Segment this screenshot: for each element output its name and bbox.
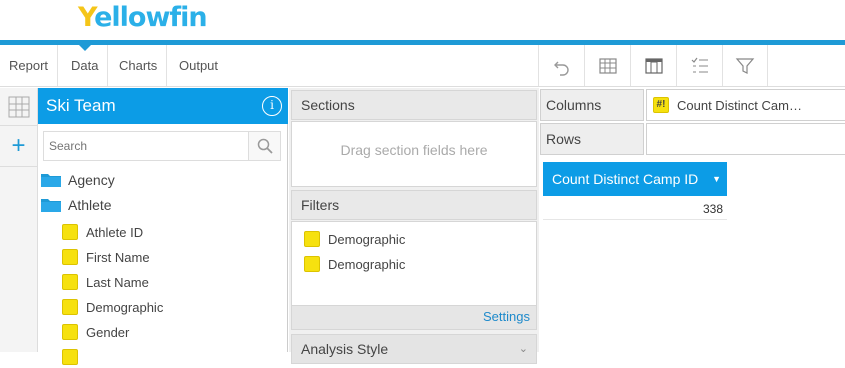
filter-item[interactable]: Demographic: [304, 228, 405, 250]
table-button[interactable]: [584, 45, 630, 86]
field-gender[interactable]: Gender: [62, 321, 129, 343]
table-column-header[interactable]: Count Distinct Camp ID ▼: [543, 162, 727, 196]
columns-drop-zone[interactable]: #! Count Distinct Cam…: [646, 89, 845, 121]
folder-label: Agency: [68, 172, 115, 188]
field-demographic[interactable]: Demographic: [62, 296, 163, 318]
field-label: Athlete ID: [86, 224, 144, 240]
columns-label: Columns: [540, 89, 644, 121]
add-button[interactable]: +: [0, 128, 37, 164]
analysis-style-label: Analysis Style: [301, 341, 389, 357]
field-search: [43, 131, 281, 161]
left-rail: +: [0, 88, 38, 352]
sections-drop-zone[interactable]: Drag section fields here: [291, 121, 537, 187]
folder-icon: [41, 199, 61, 212]
filter-settings-bar: Settings: [291, 306, 537, 330]
search-button[interactable]: [248, 132, 280, 160]
top-bar: Yellowfin: [0, 0, 845, 40]
tab-data[interactable]: Data: [62, 45, 109, 86]
plus-icon: +: [11, 132, 26, 159]
folder-agency[interactable]: Agency: [40, 169, 115, 191]
dimension-icon: [62, 224, 78, 240]
chevron-down-icon: ⌄: [518, 343, 528, 355]
folder-icon: [41, 174, 61, 187]
filter-label: Demographic: [328, 231, 406, 247]
search-icon: [257, 138, 273, 154]
filter-icon: [735, 57, 755, 74]
field-athlete-id[interactable]: Athlete ID: [62, 221, 143, 243]
filters-drop-zone[interactable]: Demographic Demographic: [291, 221, 537, 306]
yellowfin-logo: Yellowfin: [78, 2, 208, 33]
search-input[interactable]: [44, 132, 249, 160]
view-title: Ski Team: [46, 96, 116, 115]
metric-icon: #!: [653, 97, 669, 113]
tab-report[interactable]: Report: [0, 45, 59, 86]
undo-icon: [553, 61, 569, 76]
folder-label: Athlete: [68, 197, 112, 213]
dimension-icon: [304, 256, 320, 272]
dimension-icon: [62, 324, 78, 340]
grid-icon: [8, 96, 29, 117]
table-cell: 338: [543, 198, 727, 220]
rows-label: Rows: [540, 123, 644, 155]
field-label: Last Name: [86, 274, 149, 290]
layout-icon: [644, 57, 663, 74]
table-icon: [598, 57, 617, 74]
view-header: Ski Team i: [38, 88, 288, 124]
analysis-style-header[interactable]: Analysis Style ⌄: [291, 334, 537, 364]
report-builder-panel: Columns #! Count Distinct Cam… Rows Coun…: [540, 88, 845, 352]
field-label: Demographic: [86, 299, 164, 315]
rows-drop-zone[interactable]: [646, 123, 845, 155]
filter-label: Demographic: [328, 256, 406, 272]
rail-divider: [0, 166, 37, 167]
field-last-name[interactable]: Last Name: [62, 271, 149, 293]
field-label: Gender: [86, 324, 130, 340]
dimension-icon: [62, 274, 78, 290]
field-first-name[interactable]: First Name: [62, 246, 150, 268]
data-fields-panel: Ski Team i Agency Athlete Athlete ID Fir…: [38, 88, 288, 365]
grid-view-button[interactable]: [0, 88, 37, 126]
settings-link[interactable]: Settings: [483, 309, 530, 324]
info-icon[interactable]: i: [262, 96, 282, 116]
checklist-icon: [691, 57, 708, 72]
dimension-icon: [62, 299, 78, 315]
dimension-icon: [304, 231, 320, 247]
filter-button[interactable]: [722, 45, 768, 86]
column-field-label: Count Distinct Cam…: [677, 97, 802, 113]
filter-item[interactable]: Demographic: [304, 253, 405, 275]
column-header-label: Count Distinct Camp ID: [552, 171, 699, 187]
layout-button[interactable]: [630, 45, 676, 86]
field-label: First Name: [86, 249, 150, 265]
report-nav-bar: Report Data Charts Output: [0, 45, 845, 87]
dimension-icon: [62, 249, 78, 265]
filters-header: Filters: [291, 190, 537, 220]
sections-filters-panel: Sections Drag section fields here Filter…: [289, 88, 539, 364]
caret-down-icon[interactable]: ▼: [712, 162, 721, 196]
checklist-button[interactable]: [676, 45, 722, 86]
field-partial: [62, 346, 86, 368]
undo-button[interactable]: [538, 45, 584, 86]
dimension-icon: [62, 349, 78, 365]
sections-header: Sections: [291, 90, 537, 120]
tab-output[interactable]: Output: [170, 45, 227, 86]
folder-athlete[interactable]: Athlete: [40, 194, 112, 216]
tab-charts[interactable]: Charts: [110, 45, 168, 86]
